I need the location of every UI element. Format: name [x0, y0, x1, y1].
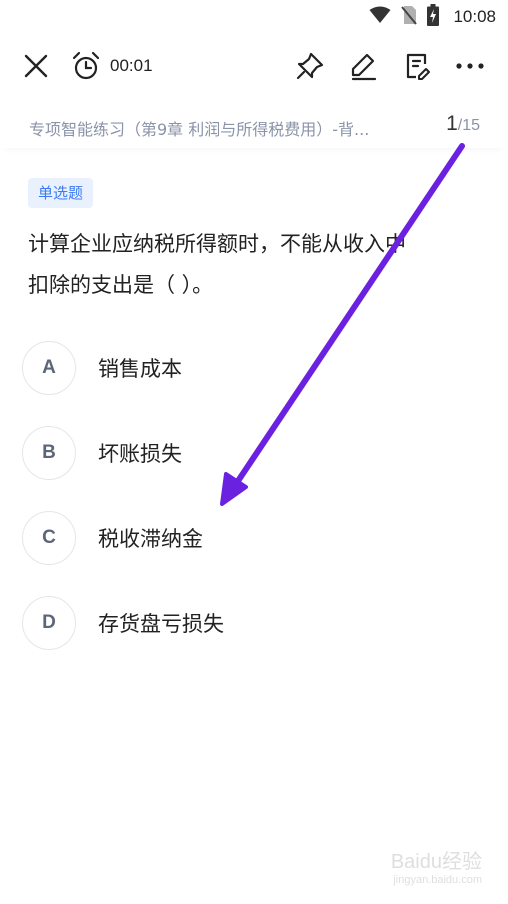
status-time: 10:08 [453, 7, 496, 26]
question-stem-line: 扣除的支出是（ ）。 [28, 273, 214, 297]
toolbar: 00:01 [0, 40, 508, 92]
watermark-url: jingyan.baidu.com [393, 874, 482, 886]
practice-header: 专项智能练习（第9章 利润与所得税费用）-背... 1/15 [0, 104, 508, 148]
option-letter: C [22, 511, 76, 565]
question-stem-line: 计算企业应纳税所得额时，不能从收入中 [28, 232, 406, 256]
option-d[interactable]: D 存货盘亏损失 [22, 595, 462, 651]
option-a[interactable]: A 销售成本 [22, 340, 462, 396]
wifi-icon [369, 6, 391, 28]
pencil-icon[interactable] [346, 48, 382, 84]
option-letter: D [22, 596, 76, 650]
alarm-clock-icon[interactable] [68, 48, 104, 84]
page-total: /15 [457, 117, 480, 134]
status-bar: 10:08 [0, 0, 508, 34]
battery-charging-icon [427, 4, 440, 30]
option-letter: A [22, 341, 76, 395]
close-icon[interactable] [18, 48, 54, 84]
option-text: 存货盘亏损失 [98, 612, 224, 636]
question-stem: 计算企业应纳税所得额时，不能从收入中 扣除的支出是（ ）。 [28, 224, 483, 306]
page-current: 1 [446, 112, 458, 135]
option-text: 税收滞纳金 [98, 527, 203, 551]
practice-title: 专项智能练习（第9章 利润与所得税费用）-背... [29, 120, 370, 139]
more-icon[interactable] [452, 48, 488, 84]
timer-display: 00:01 [110, 56, 153, 75]
note-edit-icon[interactable] [400, 48, 436, 84]
pin-icon[interactable] [292, 48, 328, 84]
watermark: Baidu经验 jingyan.baidu.com [391, 845, 482, 886]
option-letter: B [22, 426, 76, 480]
option-text: 坏账损失 [98, 442, 182, 466]
option-text: 销售成本 [98, 357, 182, 381]
option-c[interactable]: C 税收滞纳金 [22, 510, 462, 566]
no-sim-icon [401, 5, 418, 29]
option-b[interactable]: B 坏账损失 [22, 425, 462, 481]
watermark-logo-text: Baidu经验 [390, 851, 482, 873]
question-type-badge: 单选题 [28, 178, 94, 208]
page-indicator: 1/15 [446, 112, 480, 136]
